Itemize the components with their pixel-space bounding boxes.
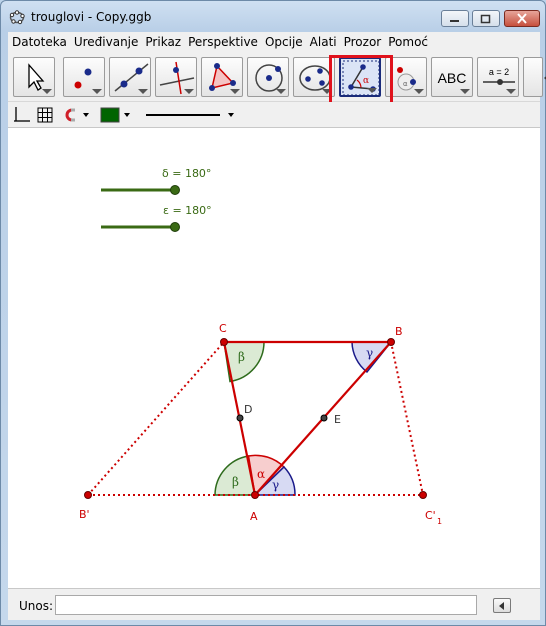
svg-text:α: α — [403, 80, 408, 88]
selected-tool-highlight — [329, 55, 393, 105]
angle-gamma-label-B: γ — [366, 346, 373, 360]
text-tool-button[interactable]: ABC — [431, 57, 473, 97]
input-field[interactable] — [55, 595, 477, 615]
circle-tool-button[interactable] — [247, 57, 289, 97]
menu-pomoc[interactable]: Pomoć — [388, 35, 428, 49]
point-E-label: E — [334, 413, 341, 426]
slider-delta-handle[interactable] — [170, 185, 180, 195]
slider-tool-button[interactable]: a = 2 — [477, 57, 519, 97]
angle-beta-label-C: β — [238, 350, 245, 364]
input-bar: Unos: — [8, 588, 540, 620]
undo-button[interactable] — [523, 57, 546, 97]
grid-toggle-icon — [37, 107, 53, 123]
perpendicular-line-tool-button[interactable] — [155, 57, 197, 97]
maximize-icon — [480, 14, 491, 23]
menu-perspektive[interactable]: Perspektive — [188, 35, 258, 49]
magnet-dropdown-arrow — [83, 113, 89, 117]
magnet-snap-icon — [65, 108, 75, 122]
close-button[interactable] — [504, 10, 540, 27]
point-B-prime-label: B' — [79, 508, 90, 521]
line-tool-button[interactable] — [109, 57, 151, 97]
dotted-line-bprime-c[interactable] — [87, 341, 225, 496]
graphics-view[interactable]: δ = 180° ε = 180° β γ β α γ C B D E A B'… — [8, 128, 540, 588]
angle-alpha-label-A: α — [257, 467, 265, 481]
slider-epsilon-label: ε = 180° — [163, 204, 212, 217]
menu-prozor[interactable]: Prozor — [344, 35, 382, 49]
input-help-toggle-button[interactable] — [493, 598, 511, 613]
point-D[interactable] — [236, 414, 244, 422]
style-bar — [8, 102, 540, 128]
angle-gamma-label-A: γ — [272, 478, 279, 492]
axes-toggle-icon — [14, 107, 30, 122]
menu-bar: Datoteka Uređivanje Prikaz Perspektive O… — [8, 32, 540, 52]
geogebra-app-icon — [9, 10, 25, 25]
point-C[interactable] — [220, 338, 228, 346]
slider-delta-label: δ = 180° — [162, 167, 211, 180]
input-label: Unos: — [19, 599, 54, 613]
move-tool-button[interactable] — [13, 57, 55, 97]
point-B-prime[interactable] — [84, 491, 92, 499]
point-D-label: D — [244, 403, 252, 416]
menu-datoteka[interactable]: Datoteka — [12, 35, 67, 49]
maximize-button[interactable] — [472, 10, 500, 27]
point-C-prime[interactable] — [419, 491, 427, 499]
point-tool-button[interactable] — [63, 57, 105, 97]
line-style-dropdown-arrow — [228, 113, 234, 117]
point-A-label: A — [250, 510, 258, 523]
abc-text-icon: ABC — [437, 70, 467, 86]
point-E[interactable] — [320, 414, 328, 422]
toolbar: α α ABC a = 2 — [8, 52, 546, 102]
menu-prikaz[interactable]: Prikaz — [145, 35, 181, 49]
menu-alati[interactable]: Alati — [310, 35, 337, 49]
geometry-construction[interactable]: δ = 180° ε = 180° β γ β α γ C B D E A B'… — [8, 128, 540, 588]
menu-opcije[interactable]: Opcije — [265, 35, 303, 49]
color-swatch — [100, 107, 120, 123]
color-dropdown-arrow — [124, 113, 130, 117]
point-C-prime-subscript: 1 — [437, 517, 442, 526]
polygon-tool-button[interactable] — [201, 57, 243, 97]
point-A[interactable] — [251, 491, 259, 499]
point-C-prime-label: C' — [425, 509, 436, 522]
menu-uredivanje[interactable]: Uređivanje — [74, 35, 139, 49]
minimize-icon — [450, 19, 459, 22]
svg-text:a = 2: a = 2 — [489, 67, 509, 77]
close-icon — [517, 13, 527, 24]
slider-epsilon-handle[interactable] — [170, 222, 180, 232]
minimize-button[interactable] — [441, 10, 469, 27]
point-C-label: C — [219, 322, 227, 335]
window-title: trouglovi - Copy.ggb — [31, 10, 152, 24]
application-window: trouglovi - Copy.ggb Datoteka Uređivanje… — [0, 0, 546, 626]
point-B-label: B — [395, 325, 403, 338]
undo-arrow-icon — [544, 76, 546, 80]
dotted-line-b-c1[interactable] — [390, 341, 424, 496]
point-B[interactable] — [387, 338, 395, 346]
angle-beta-label-A: β — [232, 475, 239, 489]
style-bar-icons — [14, 107, 234, 123]
title-bar: trouglovi - Copy.ggb — [1, 1, 545, 31]
